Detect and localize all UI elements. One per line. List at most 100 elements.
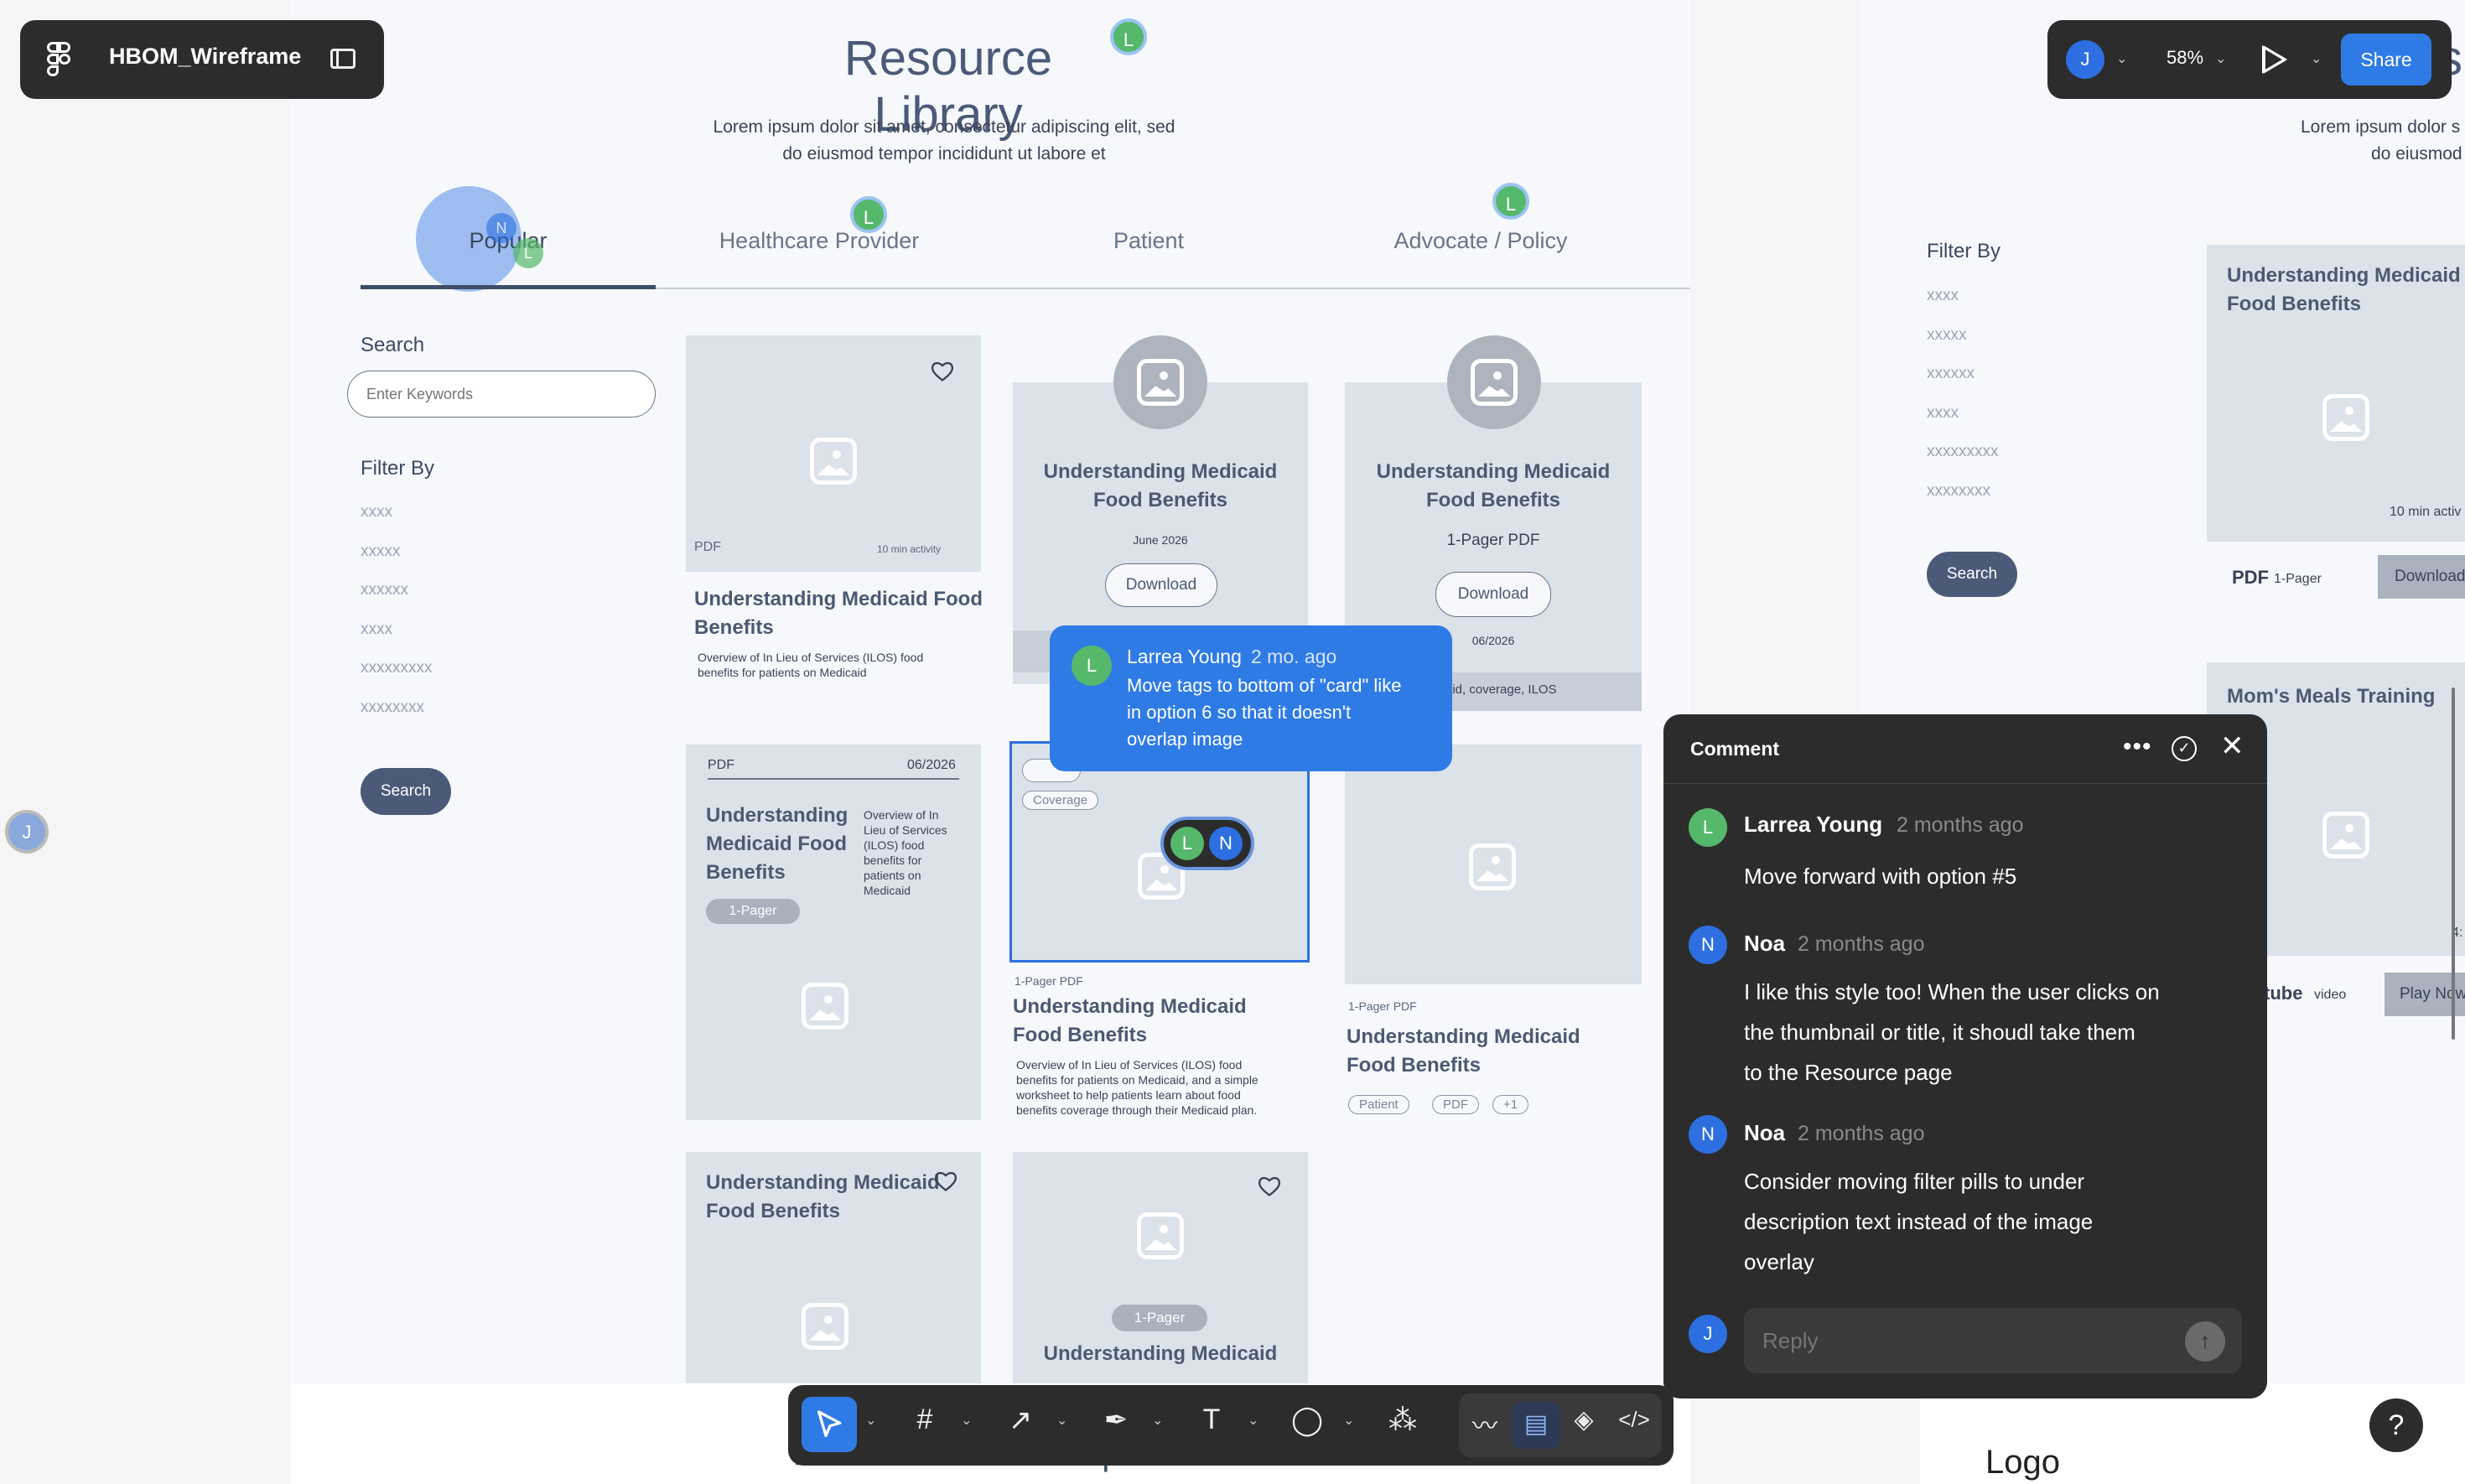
text-tool-icon[interactable]: T: [1191, 1404, 1232, 1436]
resource-card[interactable]: 1-Pager Understanding Medicaid: [1013, 1152, 1308, 1383]
play-icon[interactable]: [2259, 44, 2289, 75]
draw-icon[interactable]: 〰: [1464, 1405, 1506, 1442]
card-title[interactable]: Food Benefits: [2227, 290, 2361, 319]
figma-icon[interactable]: [47, 42, 72, 77]
comment-pin-group[interactable]: L N: [1160, 817, 1254, 870]
help-button[interactable]: ?: [2369, 1398, 2423, 1452]
filter-option[interactable]: xxxx: [1927, 404, 1959, 423]
card-title[interactable]: Food Benefits: [1347, 1051, 1481, 1080]
resolve-icon[interactable]: ✓: [2172, 736, 2197, 761]
search-input[interactable]: [347, 371, 656, 418]
chevron-down-icon[interactable]: ⌄: [1343, 1412, 1354, 1429]
card-title[interactable]: Understanding Medicaid: [1013, 993, 1247, 1021]
search-button[interactable]: Search: [1927, 552, 2017, 597]
chevron-down-icon[interactable]: ⌄: [2311, 50, 2322, 67]
actions-icon[interactable]: ⁂: [1382, 1404, 1424, 1437]
resource-card-selected[interactable]: Coverage: [1009, 741, 1310, 963]
card-title[interactable]: Understanding Medicaid Food: [694, 585, 983, 614]
tab-patient[interactable]: Patient: [983, 218, 1315, 290]
tag-pill[interactable]: Coverage: [1022, 791, 1099, 810]
card-title[interactable]: Benefits: [694, 614, 774, 642]
card-title[interactable]: Food Benefits: [1013, 1021, 1147, 1050]
download-button[interactable]: Download: [2378, 555, 2465, 599]
filter-option[interactable]: xxxxxx: [1927, 365, 1975, 383]
filter-option[interactable]: xxxxxx: [361, 581, 408, 599]
filter-option[interactable]: xxxxxxxxx: [1927, 443, 1999, 461]
resource-card-thumbnail[interactable]: [1345, 745, 1642, 984]
comment-pin[interactable]: L: [850, 196, 887, 233]
arrow-tool-icon[interactable]: ↗: [999, 1404, 1041, 1437]
card-title[interactable]: Food Benefits: [1345, 486, 1642, 515]
filter-option[interactable]: xxxx: [361, 503, 392, 521]
card-title[interactable]: Understanding Medicaid: [1013, 1340, 1308, 1368]
search-button[interactable]: Search: [361, 768, 451, 815]
download-button[interactable]: Download: [1105, 563, 1217, 607]
tab-label: Healthcare Provider: [719, 228, 920, 253]
heart-icon[interactable]: [1258, 1175, 1281, 1197]
resource-card[interactable]: PDF 06/2026 Understanding Medicaid Food …: [686, 745, 981, 1120]
card-title[interactable]: Food Benefits: [706, 1197, 840, 1226]
file-name[interactable]: HBOM_Wireframe: [109, 44, 301, 70]
tag-pill[interactable]: Patient: [1348, 1095, 1409, 1114]
code-icon[interactable]: </>: [1613, 1407, 1655, 1433]
card-title[interactable]: Mom's Meals Training: [2227, 682, 2435, 711]
filter-option[interactable]: xxxxxxxxx: [361, 659, 433, 677]
component-icon[interactable]: ◈: [1563, 1405, 1605, 1435]
resource-card[interactable]: Understanding Medicaid Food Benefits: [686, 1152, 981, 1383]
more-icon[interactable]: •••: [2123, 733, 2152, 761]
comment-pin[interactable]: N: [486, 213, 516, 243]
chevron-down-icon[interactable]: ⌄: [865, 1412, 876, 1429]
close-icon[interactable]: ✕: [2220, 729, 2244, 763]
resource-card-thumbnail[interactable]: PDF 10 min activity: [686, 335, 981, 572]
comment-pin[interactable]: L: [1492, 183, 1529, 220]
card-title[interactable]: Understanding Medicaid: [1347, 1023, 1580, 1051]
comment-pin[interactable]: L: [1110, 18, 1147, 55]
heart-icon[interactable]: [931, 361, 954, 382]
tab-advocate-policy[interactable]: Advocate / Policy: [1315, 218, 1647, 290]
user-avatar[interactable]: J: [2066, 40, 2104, 79]
card-title[interactable]: Food Benefits: [1013, 486, 1308, 515]
card-title[interactable]: Understanding Medicaid: [1345, 458, 1642, 486]
filter-option[interactable]: xxxx: [1927, 287, 1959, 305]
card-title[interactable]: Medicaid Food: [706, 830, 847, 859]
card-title[interactable]: Understanding Medicaid: [2227, 262, 2461, 290]
tab-healthcare-provider[interactable]: Healthcare Provider: [656, 218, 983, 290]
filter-option[interactable]: xxxxxxxx: [361, 698, 424, 717]
devmode-icon[interactable]: ▤: [1513, 1402, 1559, 1449]
chevron-down-icon[interactable]: ⌄: [1056, 1412, 1067, 1429]
comment-pin[interactable]: L: [513, 238, 543, 268]
card-title[interactable]: Benefits: [706, 859, 786, 887]
chevron-down-icon[interactable]: ⌄: [1152, 1412, 1163, 1429]
tag-pill[interactable]: +1: [1492, 1095, 1529, 1114]
chevron-down-icon[interactable]: ⌄: [2215, 50, 2226, 67]
comment-preview-tooltip[interactable]: L Larrea Young 2 mo. ago Move tags to bo…: [1050, 625, 1452, 771]
tag-pill[interactable]: PDF: [1432, 1095, 1479, 1114]
scrollbar[interactable]: [2452, 688, 2455, 1040]
filter-option[interactable]: xxxxx: [361, 542, 401, 561]
resource-card[interactable]: Understanding Medicaid Food Benefits 10 …: [2207, 245, 2465, 542]
reply-input[interactable]: [1761, 1323, 2163, 1358]
filter-option[interactable]: xxxxx: [1927, 326, 1967, 345]
move-tool-icon[interactable]: [802, 1397, 857, 1452]
pen-tool-icon[interactable]: ✒: [1095, 1404, 1137, 1437]
frame-tool-icon[interactable]: #: [904, 1404, 946, 1436]
card-title[interactable]: Understanding Medicaid: [706, 1169, 940, 1197]
heart-icon[interactable]: [934, 1170, 957, 1192]
chevron-down-icon[interactable]: ⌄: [961, 1412, 972, 1429]
card-activity: 10 min activity: [877, 543, 942, 555]
shape-tool-icon[interactable]: ◯: [1286, 1404, 1328, 1437]
top-right-toolbar: J ⌄ 58% ⌄ ⌄ Share: [2047, 20, 2452, 99]
card-title[interactable]: Understanding Medicaid: [1013, 458, 1308, 486]
reply-input-box[interactable]: ↑: [1744, 1308, 2242, 1373]
share-button[interactable]: Share: [2341, 34, 2431, 86]
filter-option[interactable]: xxxx: [361, 620, 392, 639]
zoom-level[interactable]: 58%: [2167, 47, 2203, 69]
card-title[interactable]: Understanding: [706, 802, 848, 830]
chevron-down-icon[interactable]: ⌄: [1248, 1412, 1258, 1429]
filter-option[interactable]: xxxxxxxx: [1927, 482, 1990, 501]
comment-pin[interactable]: J: [5, 810, 49, 854]
sidebar-toggle-icon[interactable]: [330, 49, 355, 69]
download-button[interactable]: Download: [1435, 572, 1551, 617]
chevron-down-icon[interactable]: ⌄: [2116, 50, 2127, 67]
send-icon[interactable]: ↑: [2185, 1321, 2225, 1362]
